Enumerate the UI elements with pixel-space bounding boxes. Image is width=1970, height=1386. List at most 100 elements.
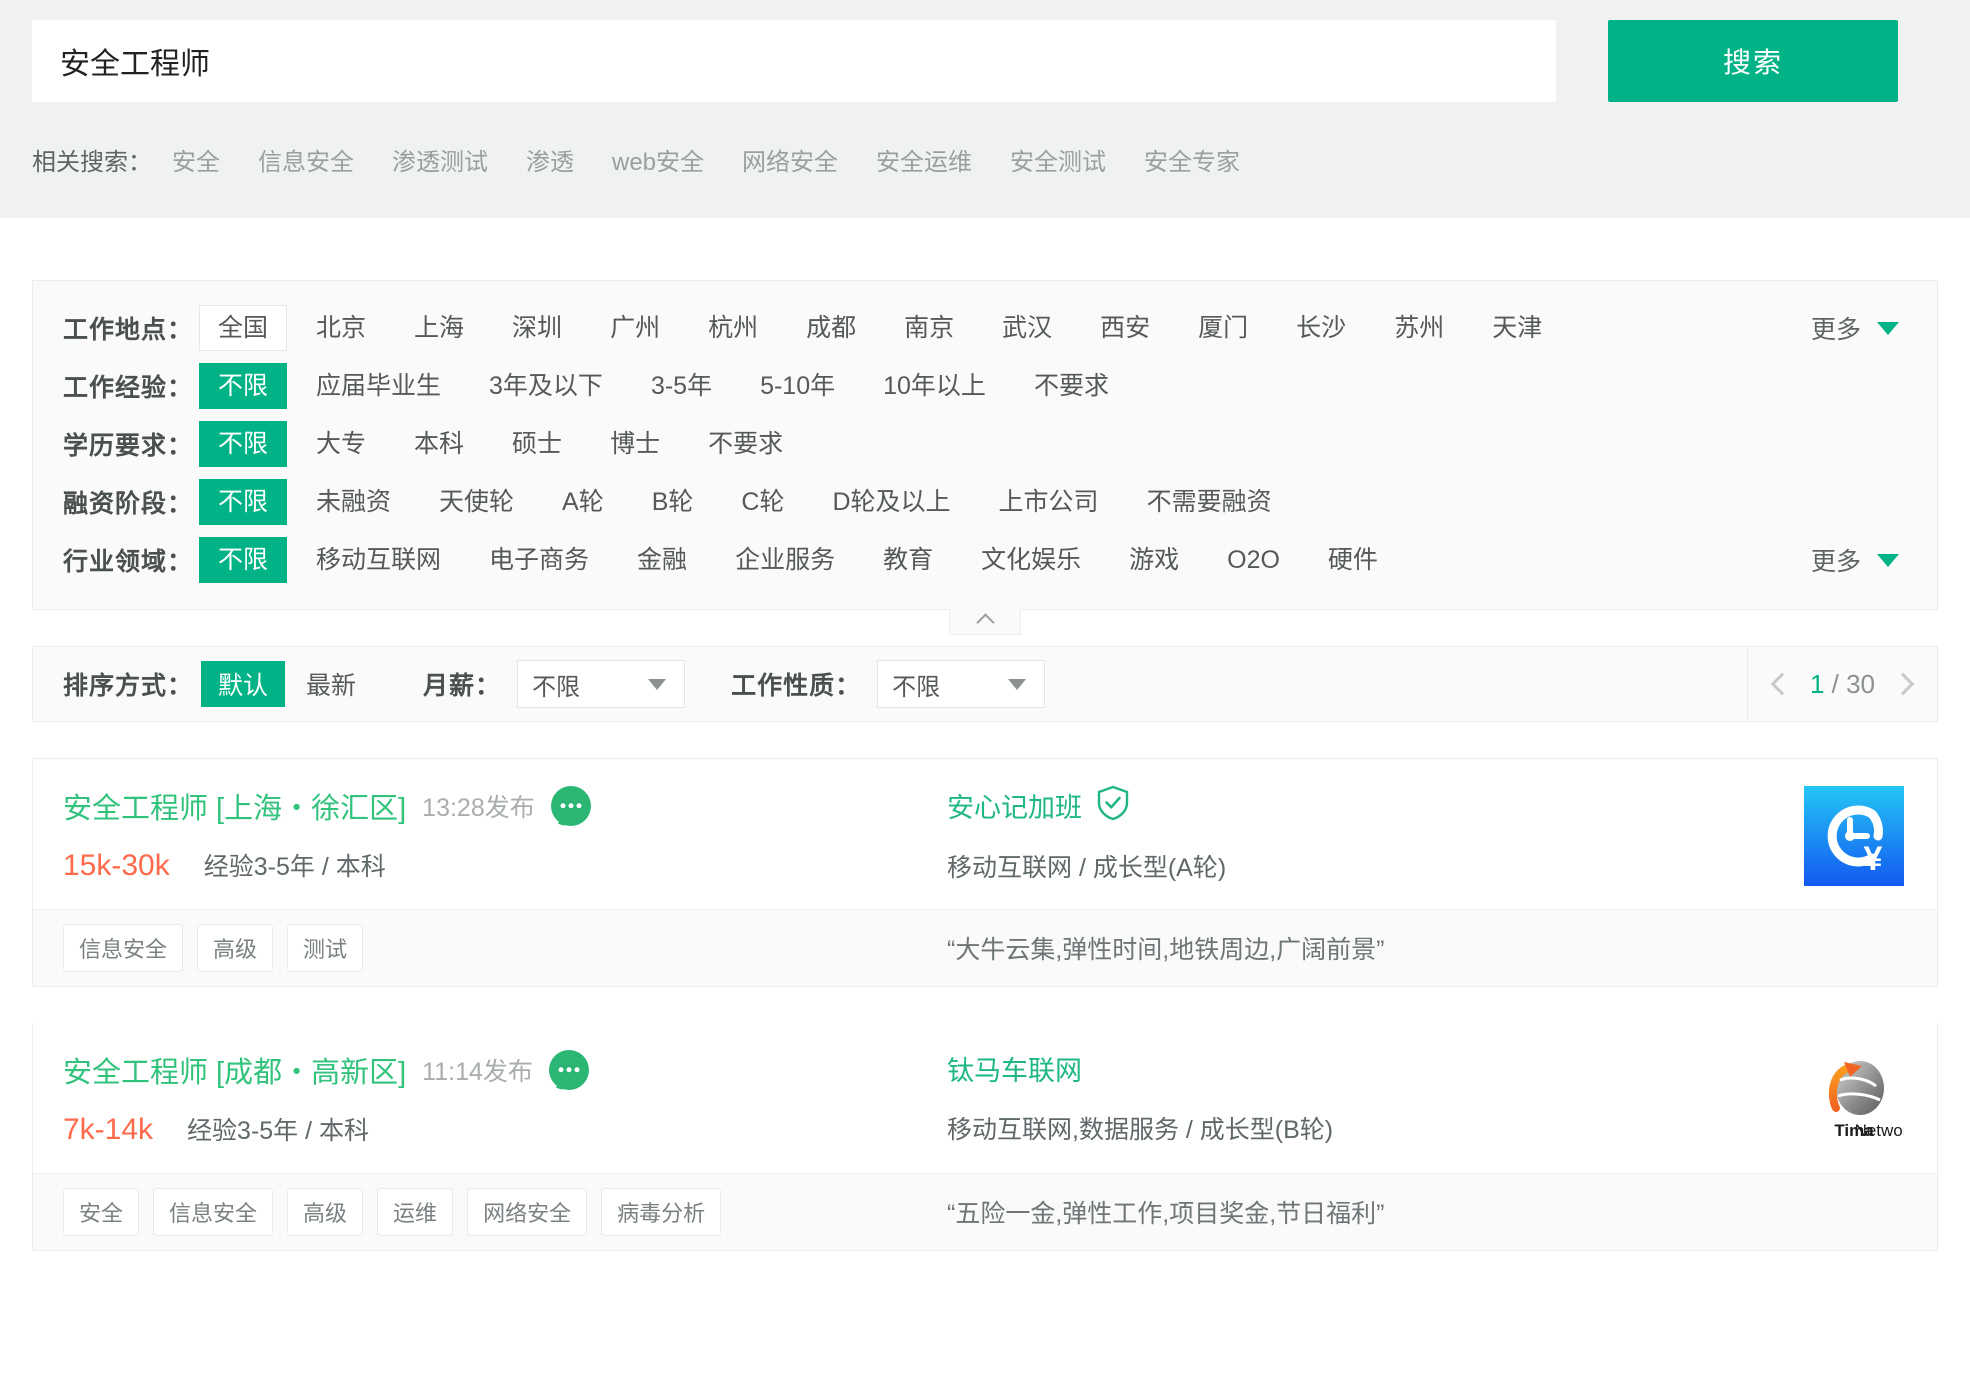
filter-option[interactable]: 南京 xyxy=(885,305,973,352)
job-salary: 7k-14k xyxy=(63,1113,154,1146)
filter-option[interactable]: 移动互联网 xyxy=(297,537,460,584)
job-tag[interactable]: 信息安全 xyxy=(63,924,184,972)
more-filters-button[interactable]: 更多 xyxy=(1811,542,1899,578)
collapse-filters-button[interactable] xyxy=(949,609,1021,635)
filter-option[interactable]: 武汉 xyxy=(983,305,1071,352)
filter-option[interactable]: 5-10年 xyxy=(741,363,854,410)
filter-option[interactable]: 3-5年 xyxy=(632,363,731,410)
salary-select[interactable]: 不限 xyxy=(517,660,686,708)
filter-option[interactable]: 3年及以下 xyxy=(470,363,622,410)
filter-option[interactable]: 不限 xyxy=(199,420,288,468)
filter-option[interactable]: 文化娱乐 xyxy=(962,537,1100,584)
more-filters-label: 更多 xyxy=(1810,316,1861,344)
filter-option[interactable]: 全国 xyxy=(199,304,288,352)
filter-option[interactable]: 博士 xyxy=(591,421,679,468)
job-tag[interactable]: 安全 xyxy=(63,1188,140,1236)
chat-bubble-icon[interactable] xyxy=(550,786,591,826)
filter-option[interactable]: 长沙 xyxy=(1277,305,1365,352)
related-search-item[interactable]: 安全专家 xyxy=(1144,142,1240,177)
filter-option[interactable]: 不需要融资 xyxy=(1128,479,1291,526)
filter-option[interactable]: 不限 xyxy=(199,478,288,526)
job-perks: “五险一金,弹性工作,项目奖金,节日福利” xyxy=(947,1200,1385,1228)
job-tag[interactable]: 高级 xyxy=(287,1188,364,1236)
filter-option[interactable]: 天使轮 xyxy=(420,479,533,526)
job-card[interactable]: 安全工程师 [上海・徐汇区] 13:28发布 15k-30k 经验3-5年 / 本科安… xyxy=(32,758,1938,987)
company-logo[interactable]: TimaNetworks xyxy=(1801,1047,1907,1153)
related-search-item[interactable]: 渗透测试 xyxy=(392,142,488,177)
filter-option[interactable]: 北京 xyxy=(297,305,385,352)
filter-row: 工作经验： 不限 应届毕业生 3年及以下 3-5年 5-10年 10年以上 不要求 xyxy=(63,357,1907,415)
filter-option[interactable]: 不要求 xyxy=(689,421,802,468)
more-filters-button[interactable]: 更多 xyxy=(1811,310,1899,346)
company-name-link[interactable]: 安心记加班 xyxy=(947,786,1082,825)
company-info: 移动互联网 / 成长型(A轮) xyxy=(947,854,1227,882)
filter-option[interactable]: 厦门 xyxy=(1179,305,1267,352)
sort-option-newest[interactable]: 最新 xyxy=(289,661,373,707)
page-total: 30 xyxy=(1846,668,1875,699)
job-tag[interactable]: 网络安全 xyxy=(467,1188,588,1236)
related-search-item[interactable]: 安全 xyxy=(172,142,220,177)
filter-option[interactable]: 企业服务 xyxy=(716,537,854,584)
filter-option[interactable]: 天津 xyxy=(1473,305,1561,352)
filter-option[interactable]: 不限 xyxy=(199,536,288,584)
filter-option[interactable]: 西安 xyxy=(1081,305,1169,352)
filter-option[interactable]: 游戏 xyxy=(1110,537,1198,584)
filter-option[interactable]: 未融资 xyxy=(297,479,410,526)
job-list: 安全工程师 [上海・徐汇区] 13:28发布 15k-30k 经验3-5年 / 本科安… xyxy=(32,758,1938,1251)
job-tag[interactable]: 高级 xyxy=(197,924,274,972)
filter-option[interactable]: 教育 xyxy=(864,537,952,584)
next-page-button[interactable] xyxy=(1891,672,1915,696)
job-tag[interactable]: 测试 xyxy=(287,924,364,972)
related-search-item[interactable]: 网络安全 xyxy=(742,142,838,177)
verified-shield-icon xyxy=(1096,785,1130,826)
filter-option[interactable]: 深圳 xyxy=(493,305,581,352)
chevron-up-icon xyxy=(975,613,995,632)
related-search-item[interactable]: 渗透 xyxy=(526,142,574,177)
prev-page-button[interactable] xyxy=(1770,672,1794,696)
filter-option[interactable]: 硕士 xyxy=(493,421,581,468)
chat-bubble-icon[interactable] xyxy=(548,1050,589,1090)
filter-option[interactable]: 金融 xyxy=(618,537,706,584)
filter-option[interactable]: 电子商务 xyxy=(470,537,608,584)
search-input[interactable] xyxy=(32,20,1556,102)
page-current: 1 xyxy=(1809,668,1825,699)
filter-option[interactable]: A轮 xyxy=(543,479,623,526)
filter-option[interactable]: 硬件 xyxy=(1309,537,1397,584)
filter-option[interactable]: 广州 xyxy=(591,305,679,352)
sort-method-label: 排序方式： xyxy=(63,672,194,700)
search-row: 搜索 xyxy=(32,20,1938,102)
company-line: 钛马车联网 xyxy=(947,1049,1907,1088)
filter-option[interactable]: 不限 xyxy=(199,362,288,410)
filter-option[interactable]: 不要求 xyxy=(1015,363,1128,410)
job-tag[interactable]: 信息安全 xyxy=(153,1188,274,1236)
related-search-item[interactable]: 安全运维 xyxy=(876,142,972,177)
filter-option[interactable]: 苏州 xyxy=(1375,305,1463,352)
company-logo[interactable]: ¥ xyxy=(1801,783,1907,889)
job-title-link[interactable]: 安全工程师 [成都・高新区] xyxy=(63,1049,406,1091)
job-title-link[interactable]: 安全工程师 [上海・徐汇区] xyxy=(63,785,406,827)
related-search-item[interactable]: 信息安全 xyxy=(258,142,354,177)
filter-option[interactable]: O2O xyxy=(1208,537,1299,584)
company-name-link[interactable]: 钛马车联网 xyxy=(947,1049,1082,1088)
filter-option[interactable]: 本科 xyxy=(395,421,483,468)
filter-option[interactable]: 应届毕业生 xyxy=(297,363,460,410)
filter-option[interactable]: 成都 xyxy=(787,305,875,352)
filter-option[interactable]: 大专 xyxy=(297,421,385,468)
filter-option[interactable]: 上市公司 xyxy=(980,479,1118,526)
filter-row-label: 工作经验： xyxy=(63,374,194,402)
related-search-item[interactable]: 安全测试 xyxy=(1010,142,1106,177)
job-tag[interactable]: 运维 xyxy=(377,1188,454,1236)
filter-option[interactable]: 杭州 xyxy=(689,305,777,352)
filter-option[interactable]: B轮 xyxy=(633,479,713,526)
filter-option[interactable]: 上海 xyxy=(395,305,483,352)
search-button[interactable]: 搜索 xyxy=(1608,20,1898,102)
job-card[interactable]: 安全工程师 [成都・高新区] 11:14发布 7k-14k 经验3-5年 / 本科 钛马… xyxy=(32,1023,1938,1251)
page-separator: / xyxy=(1824,668,1847,699)
filter-option[interactable]: C轮 xyxy=(722,479,803,526)
sort-option-default[interactable]: 默认 xyxy=(201,661,286,707)
related-search-item[interactable]: web安全 xyxy=(612,142,704,177)
filter-option[interactable]: 10年以上 xyxy=(864,363,1005,410)
job-tag[interactable]: 病毒分析 xyxy=(601,1188,722,1236)
jobtype-select[interactable]: 不限 xyxy=(877,660,1046,708)
filter-option[interactable]: D轮及以上 xyxy=(813,479,969,526)
